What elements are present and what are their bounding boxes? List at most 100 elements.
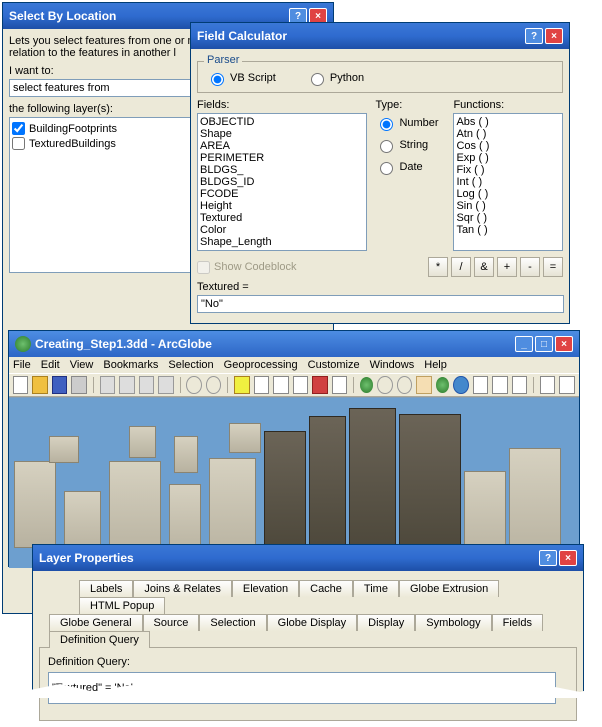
type-date[interactable]: Date xyxy=(375,159,445,175)
undo-icon[interactable] xyxy=(186,376,201,394)
time-icon[interactable] xyxy=(512,376,527,394)
menu-file[interactable]: File xyxy=(13,359,31,371)
open-icon[interactable] xyxy=(32,376,47,394)
toolbar[interactable] xyxy=(9,373,579,397)
search-icon[interactable] xyxy=(293,376,308,394)
op-plus[interactable]: + xyxy=(497,257,517,277)
clear-selection-icon[interactable] xyxy=(559,376,574,394)
close-button[interactable]: × xyxy=(559,550,577,566)
globe-viewport[interactable] xyxy=(9,397,579,568)
tab-defquery[interactable]: Definition Query xyxy=(49,631,150,648)
func-item[interactable]: Abs ( ) xyxy=(456,116,560,128)
find-icon[interactable] xyxy=(473,376,488,394)
minimize-button[interactable]: _ xyxy=(515,336,533,352)
fc-titlebar[interactable]: Field Calculator ? × xyxy=(191,23,569,49)
zoom-out-icon[interactable] xyxy=(397,376,412,394)
tab-joins[interactable]: Joins & Relates xyxy=(133,580,231,597)
field-item[interactable]: PERIMETER xyxy=(200,152,364,164)
paste-icon[interactable] xyxy=(139,376,154,394)
type-number[interactable]: Number xyxy=(375,115,445,131)
field-item[interactable]: BLDGS_ xyxy=(200,164,364,176)
func-item[interactable]: Cos ( ) xyxy=(456,140,560,152)
maximize-button[interactable]: □ xyxy=(535,336,553,352)
zoom-in-icon[interactable] xyxy=(377,376,392,394)
tab-symbology[interactable]: Symbology xyxy=(415,614,491,631)
tab-source[interactable]: Source xyxy=(143,614,200,631)
vb-radio[interactable]: VB Script xyxy=(206,70,276,86)
field-item[interactable]: Height xyxy=(200,200,364,212)
menu-view[interactable]: View xyxy=(70,359,94,371)
tab-time[interactable]: Time xyxy=(353,580,399,597)
op-minus[interactable]: - xyxy=(520,257,540,277)
catalog-icon[interactable] xyxy=(273,376,288,394)
tab-globedisplay[interactable]: Globe Display xyxy=(267,614,357,631)
tab-elevation[interactable]: Elevation xyxy=(232,580,299,597)
field-item[interactable]: BLDGS_ID xyxy=(200,176,364,188)
tab-html[interactable]: HTML Popup xyxy=(79,597,165,614)
close-button[interactable]: × xyxy=(545,28,563,44)
tab-general[interactable]: Globe General xyxy=(49,614,143,631)
menu-windows[interactable]: Windows xyxy=(370,359,415,371)
expr-input[interactable] xyxy=(197,295,564,313)
lp-titlebar[interactable]: Layer Properties ? × xyxy=(33,545,583,571)
cut-icon[interactable] xyxy=(100,376,115,394)
tab-labels[interactable]: Labels xyxy=(79,580,133,597)
print-icon[interactable] xyxy=(71,376,86,394)
help-button[interactable]: ? xyxy=(539,550,557,566)
copy-icon[interactable] xyxy=(119,376,134,394)
py-radio[interactable]: Python xyxy=(306,70,364,86)
close-button[interactable]: × xyxy=(555,336,573,352)
select-icon[interactable] xyxy=(540,376,555,394)
field-item[interactable]: Textured xyxy=(200,212,364,224)
toc-icon[interactable] xyxy=(254,376,269,394)
measure-icon[interactable] xyxy=(492,376,507,394)
add-data-icon[interactable] xyxy=(234,376,249,394)
field-item[interactable]: OBJECTID xyxy=(200,116,364,128)
op-concat[interactable]: & xyxy=(474,257,494,277)
new-icon[interactable] xyxy=(13,376,28,394)
redo-icon[interactable] xyxy=(206,376,221,394)
delete-icon[interactable] xyxy=(158,376,173,394)
tab-cache[interactable]: Cache xyxy=(299,580,353,597)
tab-extrusion[interactable]: Globe Extrusion xyxy=(399,580,499,597)
menu-geoprocessing[interactable]: Geoprocessing xyxy=(224,359,298,371)
tab-fields[interactable]: Fields xyxy=(492,614,543,631)
func-item[interactable]: Sin ( ) xyxy=(456,200,560,212)
type-string[interactable]: String xyxy=(375,137,445,153)
identify-icon[interactable] xyxy=(453,376,468,394)
functions-list[interactable]: Abs ( ) Atn ( ) Cos ( ) Exp ( ) Fix ( ) … xyxy=(453,113,563,251)
python-icon[interactable] xyxy=(332,376,347,394)
tab-display[interactable]: Display xyxy=(357,614,415,631)
op-divide[interactable]: / xyxy=(451,257,471,277)
func-item[interactable]: Atn ( ) xyxy=(456,128,560,140)
func-item[interactable]: Log ( ) xyxy=(456,188,560,200)
menu-help[interactable]: Help xyxy=(424,359,447,371)
op-multiply[interactable]: * xyxy=(428,257,448,277)
field-item[interactable]: FCODE xyxy=(200,188,364,200)
layer-checkbox[interactable] xyxy=(12,122,25,135)
field-item[interactable]: AREA xyxy=(200,140,364,152)
func-item[interactable]: Tan ( ) xyxy=(456,224,560,236)
toolbox-icon[interactable] xyxy=(312,376,327,394)
pan-icon[interactable] xyxy=(416,376,431,394)
field-item[interactable]: Shape xyxy=(200,128,364,140)
menu-edit[interactable]: Edit xyxy=(41,359,60,371)
menubar[interactable]: File Edit View Bookmarks Selection Geopr… xyxy=(9,357,579,373)
menu-bookmarks[interactable]: Bookmarks xyxy=(103,359,158,371)
func-item[interactable]: Exp ( ) xyxy=(456,152,560,164)
tab-selection[interactable]: Selection xyxy=(199,614,266,631)
full-extent-icon[interactable] xyxy=(436,377,449,393)
menu-customize[interactable]: Customize xyxy=(308,359,360,371)
field-item[interactable]: Color xyxy=(200,224,364,236)
help-button[interactable]: ? xyxy=(525,28,543,44)
func-item[interactable]: Sqr ( ) xyxy=(456,212,560,224)
field-item[interactable]: Shape_Length xyxy=(200,236,364,248)
fields-list[interactable]: OBJECTID Shape AREA PERIMETER BLDGS_ BLD… xyxy=(197,113,367,251)
globe-icon[interactable] xyxy=(360,377,373,393)
arcglobe-titlebar[interactable]: Creating_Step1.3dd - ArcGlobe _ □ × xyxy=(9,331,579,357)
save-icon[interactable] xyxy=(52,376,67,394)
op-equals[interactable]: = xyxy=(543,257,563,277)
layer-checkbox[interactable] xyxy=(12,137,25,150)
func-item[interactable]: Fix ( ) xyxy=(456,164,560,176)
menu-selection[interactable]: Selection xyxy=(168,359,213,371)
